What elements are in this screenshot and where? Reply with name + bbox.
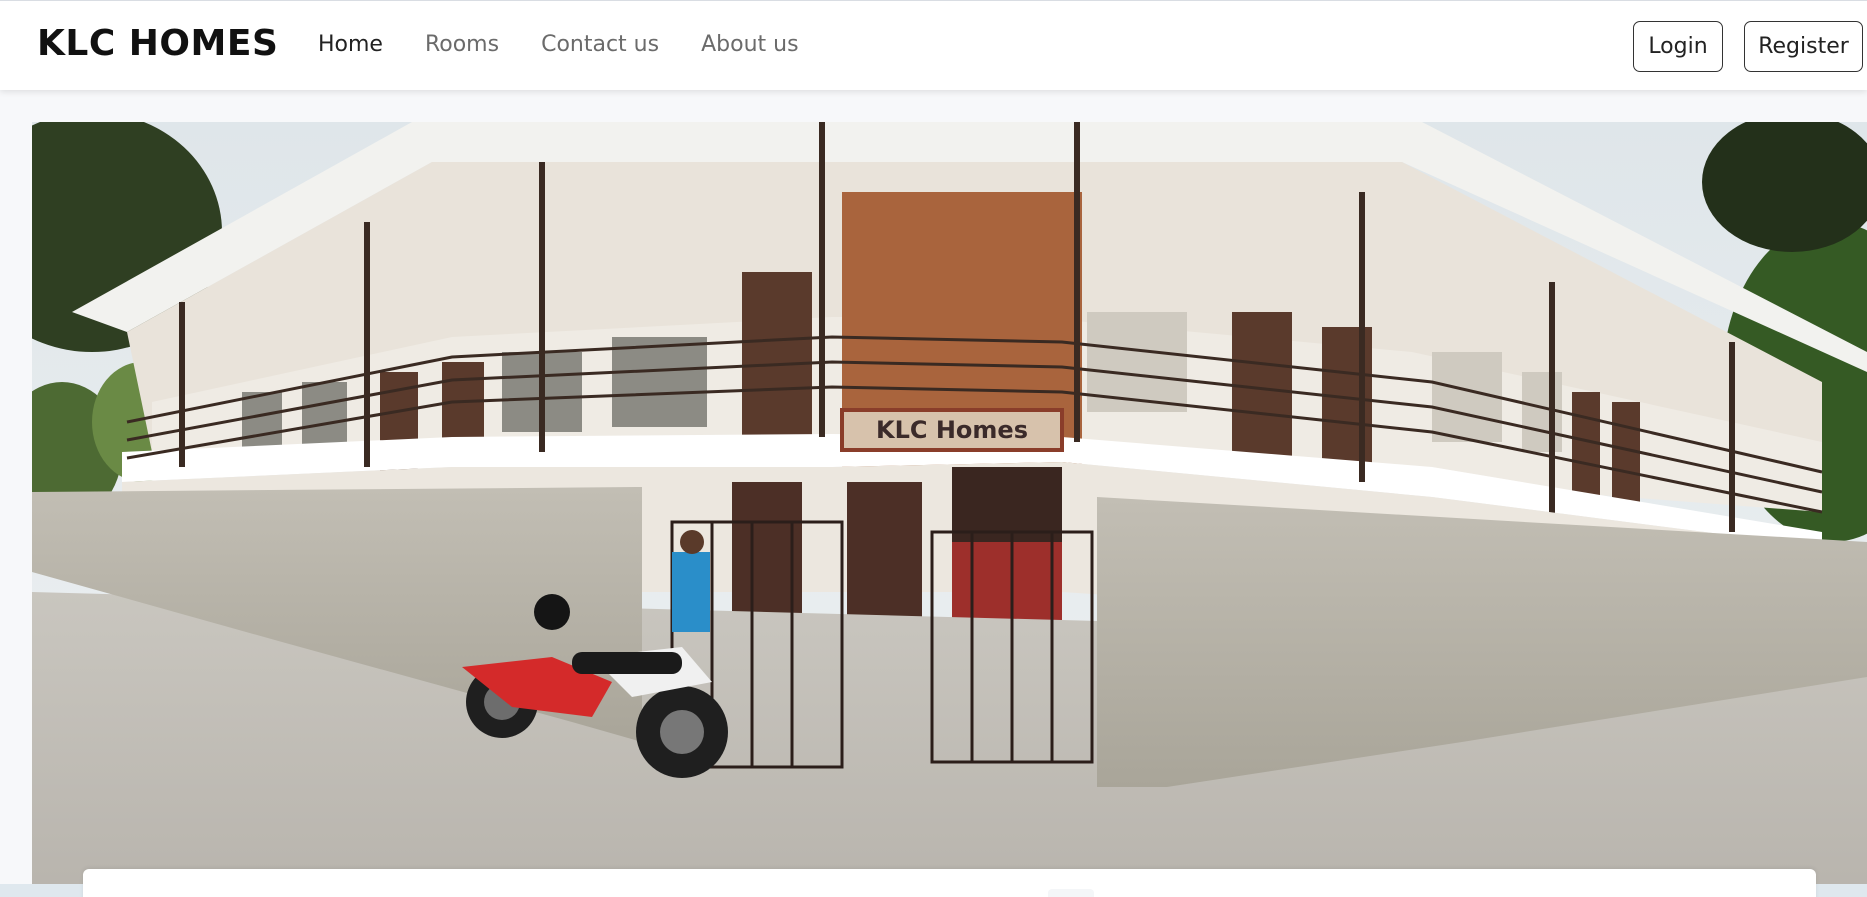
brand-logo[interactable]: KLC HOMES xyxy=(37,23,278,64)
nav-contact-link[interactable]: Contact us xyxy=(541,32,659,57)
login-button[interactable]: Login xyxy=(1633,21,1723,72)
klc-homes-sign: KLC Homes xyxy=(840,408,1064,452)
building-photo: KLC Homes xyxy=(32,122,1867,897)
nav-rooms-link[interactable]: Rooms xyxy=(425,32,499,57)
content-card xyxy=(83,869,1816,897)
scroll-indicator[interactable] xyxy=(1048,889,1094,897)
register-button[interactable]: Register xyxy=(1744,21,1863,72)
hero-image: KLC Homes xyxy=(32,122,1867,897)
nav-home-link[interactable]: Home xyxy=(318,32,383,57)
top-navbar: KLC HOMES Home Rooms Contact us About us… xyxy=(0,0,1867,90)
nav-about-link[interactable]: About us xyxy=(701,32,798,57)
svg-text:KLC Homes: KLC Homes xyxy=(876,416,1028,444)
main-nav: Home Rooms Contact us About us xyxy=(318,32,841,57)
